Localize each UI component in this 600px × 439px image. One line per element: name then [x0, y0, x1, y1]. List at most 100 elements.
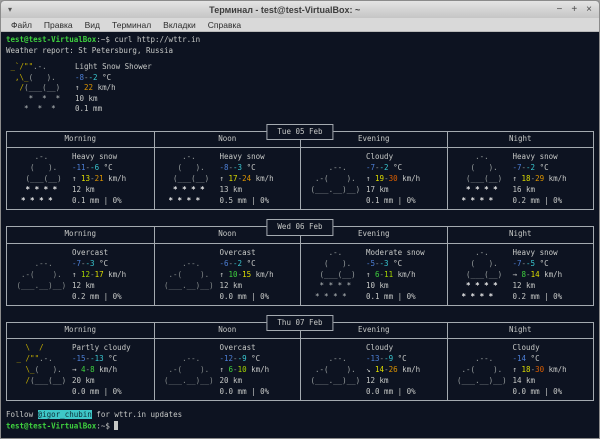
forecast-cell: \ / _ /"".-. \_( ). /(___(__) Partly clo…: [7, 339, 154, 400]
precipitation-value: 0.1 mm | 0%: [366, 195, 445, 206]
menu-help[interactable]: Справка: [202, 20, 247, 30]
igor-chubin-handle-link[interactable]: @igor_chubin: [38, 410, 92, 419]
forecast-cell: .-. ( ). (___(__) * * * * * * * * Heavy …: [155, 148, 301, 209]
forecast-column: Night .-. ( ). (___(__) * * * * * * * * …: [447, 132, 594, 210]
precipitation-value: 0.1 mm | 0%: [72, 195, 152, 206]
temperature-value: -8--3 °C: [220, 162, 299, 173]
menu-tabs[interactable]: Вкладки: [157, 20, 202, 30]
period-header: Morning: [7, 132, 154, 149]
condition-label: Overcast: [220, 342, 299, 353]
forecast-details: Overcast-7--3 °C↑ 12-17 km/h12 km0.2 mm …: [72, 247, 152, 302]
footer-line: Follow @igor_chubin for wttr.in updates: [6, 410, 594, 421]
visibility-value: 13 km: [220, 184, 299, 195]
condition-label: Overcast: [220, 247, 299, 258]
wind-value: ↑ 6-10 km/h: [220, 364, 299, 375]
menu-view[interactable]: Вид: [79, 20, 106, 30]
wind-value: → 8-14 km/h: [513, 269, 592, 280]
weather-art-icon: .-. ( ). (___(__) * * * * * * * *: [453, 151, 513, 206]
period-header: Night: [448, 323, 594, 340]
temperature-value: -5--3 °C: [366, 258, 445, 269]
weather-art-icon: .-. ( ). (___(__) * * * * * * * *: [453, 247, 513, 302]
menu-edit[interactable]: Правка: [38, 20, 79, 30]
visibility-value: 12 km: [72, 184, 152, 195]
visibility-value: 14 km: [513, 375, 592, 386]
precipitation-value: 0.2 mm | 0%: [513, 291, 592, 302]
forecast-column: Night .--. .-( ). (___.__)__) Cloudy-14 …: [447, 323, 594, 401]
visibility-value: 16 km: [513, 184, 592, 195]
minimize-button[interactable]: −: [556, 1, 562, 18]
weather-art-icon: .--. .-( ). (___.__)__): [306, 342, 366, 397]
visibility-value: 12 km: [72, 280, 152, 291]
current-condition-label: Light Snow Shower: [75, 62, 594, 73]
forecast-cell: .--. .-( ). (___.__)__) Overcast-7--3 °C…: [7, 244, 154, 305]
visibility-value: 20 km: [220, 375, 299, 386]
prompt-symbol: $: [105, 35, 110, 44]
forecast-column: Morning .-. ( ). (___(__) * * * * * * * …: [7, 132, 154, 210]
current-temperature: -8--2 °C: [75, 73, 594, 84]
forecast-grid: Morning .--. .-( ). (___.__)__) Overcast…: [7, 227, 593, 305]
window-menu-icon[interactable]: ▾: [8, 5, 22, 14]
precipitation-value: 0.5 mm | 0%: [220, 195, 299, 206]
date-label: Tue 05 Feb: [266, 124, 333, 141]
idle-prompt-line: test@test-VirtualBox:~$: [6, 421, 594, 432]
forecast-details: Heavy snow-7--5 °C→ 8-14 km/h12 km0.2 mm…: [513, 247, 592, 302]
prompt-user: test@test-VirtualBox: [6, 421, 96, 430]
forecast-details: Cloudy-14 °C↑ 18-30 km/h14 km0.0 mm | 0%: [513, 342, 592, 397]
condition-label: Cloudy: [366, 151, 445, 162]
current-wind: ↑ 22 km/h: [75, 83, 594, 94]
forecast-cell: .-. ( ). (___(__) * * * * * * * * Heavy …: [448, 244, 594, 305]
condition-label: Overcast: [72, 247, 152, 258]
date-label: Thu 07 Feb: [266, 315, 333, 332]
close-button[interactable]: ×: [586, 1, 592, 18]
forecast-details: Heavy snow-8--3 °C↑ 17-24 km/h13 km0.5 m…: [220, 151, 299, 206]
weather-art-icon: .--. .-( ). (___.__)__): [160, 247, 220, 302]
condition-label: Heavy snow: [513, 151, 592, 162]
forecast-details: Heavy snow-11--6 °C↑ 13-21 km/h12 km0.1 …: [72, 151, 152, 206]
forecast-cell: .-. ( ). (___(__) * * * * * * * * Modera…: [301, 244, 447, 305]
current-visibility: 10 km: [75, 94, 594, 105]
forecast-column: Noon .-. ( ). (___(__) * * * * * * * * H…: [154, 132, 301, 210]
temperature-value: -7--5 °C: [513, 258, 592, 269]
forecast-details: Cloudy-7--2 °C↑ 19-30 km/h17 km0.1 mm | …: [366, 151, 445, 206]
temperature-value: -7--2 °C: [366, 162, 445, 173]
temperature-value: -13--9 °C: [366, 353, 445, 364]
forecast-details: Cloudy-13--9 °C↘ 14-26 km/h12 km0.0 mm |…: [366, 342, 445, 397]
forecast-cell: .--. .-( ). (___.__)__) Overcast-6--2 °C…: [155, 244, 301, 305]
maximize-button[interactable]: +: [571, 1, 577, 18]
forecast-column: Evening .-. ( ). (___(__) * * * * * * * …: [300, 227, 447, 305]
temperature-value: -7--2 °C: [513, 162, 592, 173]
condition-label: Heavy snow: [72, 151, 152, 162]
footer-text-before: Follow: [6, 410, 38, 419]
forecast-column: Night .-. ( ). (___(__) * * * * * * * * …: [447, 227, 594, 305]
window-title: Терминал - test@test-VirtualBox: ~: [22, 5, 547, 15]
terminal-screen[interactable]: test@test-VirtualBox:~$ curl http://wttr…: [1, 32, 599, 438]
menu-file[interactable]: Файл: [5, 20, 38, 30]
forecast-column: Evening .--. .-( ). (___.__)__) Cloudy-1…: [300, 323, 447, 401]
wind-value: ↑ 10-15 km/h: [220, 269, 299, 280]
temperature-value: -7--3 °C: [72, 258, 152, 269]
forecast-column: Noon .--. .-( ). (___.__)__) Overcast-12…: [154, 323, 301, 401]
titlebar[interactable]: ▾ Терминал - test@test-VirtualBox: ~ − +…: [1, 1, 599, 18]
visibility-value: 12 km: [513, 280, 592, 291]
command-prompt-line: test@test-VirtualBox:~$ curl http://wttr…: [6, 35, 594, 46]
forecast-cell: .--. .-( ). (___.__)__) Cloudy-14 °C↑ 18…: [448, 339, 594, 400]
forecast-details: Overcast-12--9 °C↑ 6-10 km/h20 km0.0 mm …: [220, 342, 299, 397]
forecast-table: Tue 05 FebMorning .-. ( ). (___(__) * * …: [6, 131, 594, 211]
period-header: Night: [448, 132, 594, 149]
menu-terminal[interactable]: Терминал: [106, 20, 157, 30]
weather-art-icon: .--. .-( ). (___.__)__): [306, 151, 366, 206]
wind-value: ↑ 18-29 km/h: [513, 173, 592, 184]
period-header: Morning: [7, 323, 154, 340]
forecast-column: Noon .--. .-( ). (___.__)__) Overcast-6-…: [154, 227, 301, 305]
visibility-value: 20 km: [72, 375, 152, 386]
forecast-details: Heavy snow-7--2 °C↑ 18-29 km/h16 km0.2 m…: [513, 151, 592, 206]
visibility-value: 12 km: [220, 280, 299, 291]
condition-label: Partly cloudy: [72, 342, 152, 353]
weather-art-icon: .--. .-( ). (___.__)__): [12, 247, 72, 302]
wind-value: ↑ 6-11 km/h: [366, 269, 445, 280]
precipitation-value: 0.0 mm | 0%: [366, 386, 445, 397]
wind-value: ↑ 19-30 km/h: [366, 173, 445, 184]
visibility-value: 10 km: [366, 280, 445, 291]
weather-art-icon: .--. .-( ). (___.__)__): [453, 342, 513, 397]
current-details: Light Snow Shower -8--2 °C ↑ 22 km/h 10 …: [75, 62, 594, 115]
